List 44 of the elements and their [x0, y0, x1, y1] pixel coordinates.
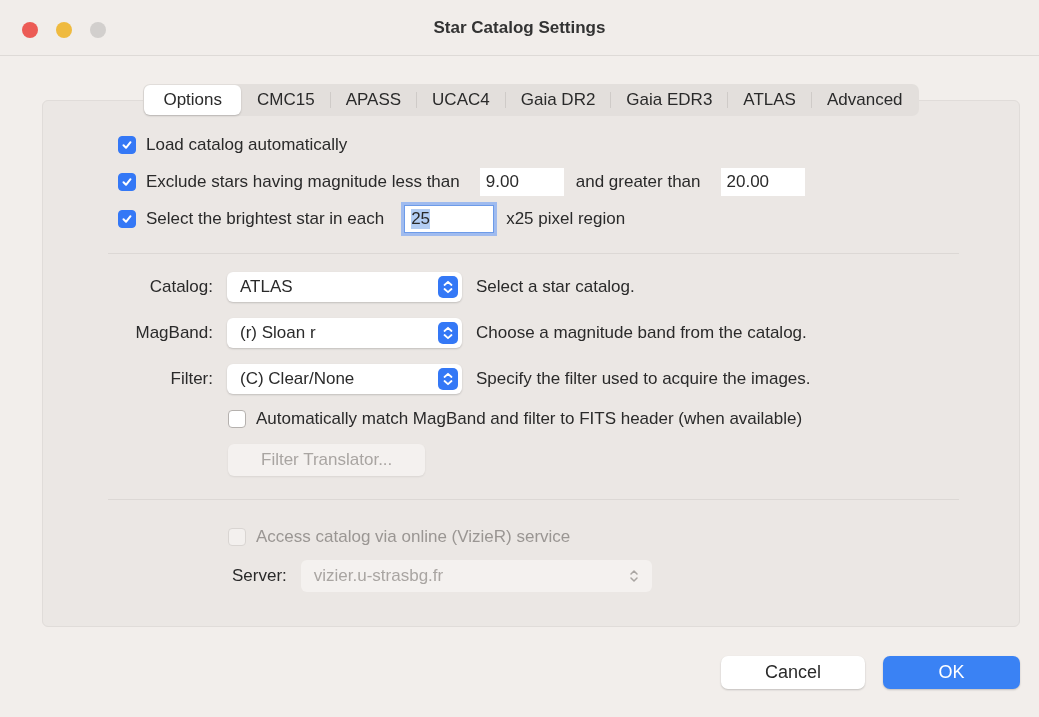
- popup-button[interactable]: (C) Clear/None: [227, 364, 462, 394]
- checkbox[interactable]: [228, 409, 246, 428]
- popup-label: MagBand:: [134, 323, 213, 343]
- minimize-button[interactable]: [56, 22, 72, 38]
- checkbox[interactable]: [118, 172, 136, 191]
- checkbox-label: Access catalog via online (VizieR) service: [256, 526, 571, 547]
- field-label: and greater than: [575, 171, 701, 192]
- tab[interactable]: Options: [144, 85, 242, 115]
- tab[interactable]: Advanced: [811, 85, 918, 115]
- tab[interactable]: ATLAS: [728, 85, 811, 115]
- checkbox[interactable]: [118, 209, 136, 228]
- window-title: Star Catalog Settings: [433, 17, 606, 38]
- checkbox[interactable]: [118, 135, 136, 154]
- stepper-icon: [438, 322, 458, 344]
- ok-button[interactable]: OK: [883, 656, 1020, 689]
- server-label: Server:: [232, 566, 287, 586]
- min-magnitude-field[interactable]: 9.00: [479, 167, 564, 196]
- checkmark-icon: [121, 212, 133, 225]
- hint-text: Specify the filter used to acquire the images.: [476, 369, 812, 389]
- stepper-icon: [438, 276, 458, 298]
- popup-button[interactable]: (r) Sloan r: [227, 318, 462, 348]
- checkmark-icon: [121, 138, 133, 151]
- close-button[interactable]: [22, 22, 38, 38]
- field-label: x25 pixel region: [506, 208, 626, 229]
- popup-button[interactable]: ATLAS: [227, 272, 462, 302]
- stepper-icon: [627, 568, 640, 584]
- checkbox-label: Select the brightest star in each: [146, 208, 385, 229]
- tab[interactable]: Gaia DR2: [505, 85, 611, 115]
- checkbox-label: Load catalog automatically: [146, 134, 348, 155]
- tab[interactable]: Gaia EDR3: [611, 85, 728, 115]
- tab[interactable]: APASS: [330, 85, 417, 115]
- cancel-button[interactable]: Cancel: [721, 656, 865, 689]
- checkmark-icon: [121, 175, 133, 188]
- tab[interactable]: UCAC4: [417, 85, 505, 115]
- hint-text: Select a star catalog.: [476, 277, 636, 297]
- hint-text: Choose a magnitude band from the catalog.: [476, 323, 808, 343]
- popup-label: Catalog:: [148, 277, 213, 297]
- tab[interactable]: CMC15: [242, 85, 330, 115]
- max-magnitude-field[interactable]: 20.00: [720, 167, 805, 196]
- stepper-icon: [438, 368, 458, 390]
- checkbox-label: Exclude stars having magnitude less than: [146, 171, 460, 192]
- checkbox-label: Automatically match MagBand and filter to FITS header (when available): [256, 408, 803, 429]
- region-size-field[interactable]: 25: [404, 204, 495, 233]
- popup-label: Filter:: [169, 369, 213, 389]
